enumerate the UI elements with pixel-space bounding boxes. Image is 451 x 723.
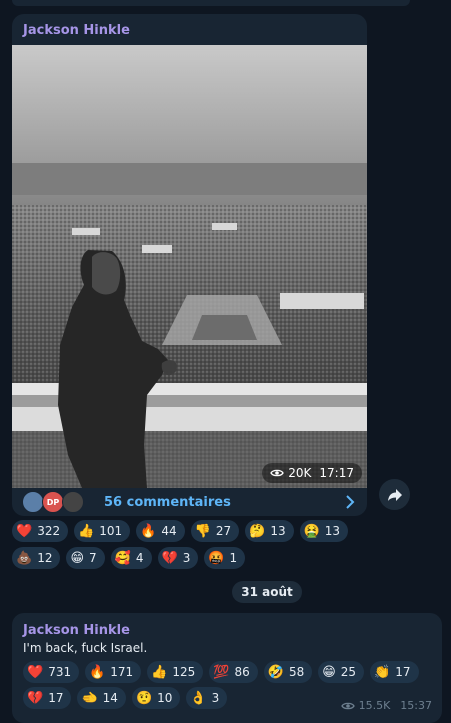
reaction-chip[interactable]: 🤔 13 xyxy=(245,520,294,542)
reaction-chip[interactable]: 🤣 58 xyxy=(263,661,313,683)
reaction-emoji: 🤮 xyxy=(303,523,320,539)
reaction-count: 125 xyxy=(172,665,196,679)
reaction-count: 731 xyxy=(48,665,72,679)
reaction-count: 25 xyxy=(340,665,357,679)
reaction-count: 13 xyxy=(324,524,341,538)
reaction-chip[interactable]: 💔 17 xyxy=(23,687,72,709)
reaction-emoji: 🔥 xyxy=(140,523,157,539)
reaction-chip[interactable]: 🤨 10 xyxy=(131,687,181,709)
post-photo[interactable]: 20K 17:17 xyxy=(12,45,367,488)
reaction-count: 1 xyxy=(229,551,238,565)
reaction-emoji: 👎 xyxy=(194,523,211,539)
reaction-chip[interactable]: 👌 3 xyxy=(186,687,228,709)
reaction-emoji: 🤨 xyxy=(135,690,153,706)
reaction-emoji: 🔥 xyxy=(89,664,106,680)
reaction-count: 17 xyxy=(48,691,64,705)
reaction-emoji: 💔 xyxy=(161,550,178,566)
reaction-emoji: 🤔 xyxy=(249,523,266,539)
view-count: 20K xyxy=(288,466,312,480)
reaction-count: 10 xyxy=(157,691,173,705)
previous-message-bubble xyxy=(12,0,410,6)
message-text: I'm back, fuck Israel. xyxy=(23,641,148,655)
reaction-count: 322 xyxy=(37,524,61,538)
comments-label[interactable]: 56 commentaires xyxy=(104,495,231,510)
reaction-chip[interactable]: ❤️ 322 xyxy=(12,520,69,542)
reaction-count: 7 xyxy=(89,551,97,565)
reaction-emoji: 💩 xyxy=(16,550,33,566)
reaction-emoji: 😁 xyxy=(70,550,85,566)
reaction-count: 44 xyxy=(161,524,177,538)
reaction-count: 3 xyxy=(182,551,191,565)
reaction-chip[interactable]: 👍 125 xyxy=(147,661,204,683)
reaction-chip[interactable]: 😁 25 xyxy=(318,661,365,683)
reaction-emoji: 💯 xyxy=(213,664,230,680)
reaction-emoji: 🫲 xyxy=(81,690,98,706)
reaction-emoji: 👏 xyxy=(374,664,391,680)
reaction-count: 58 xyxy=(288,665,305,679)
reactions-row: ❤️ 322 👍 101 🔥 44 👎 27 🤔 13 🤮 13 💩 12 😁 7 🥰 4 💔 3 … xyxy=(12,520,352,569)
reaction-count: 27 xyxy=(215,524,232,538)
reaction-emoji: 🤬 xyxy=(208,550,225,566)
reaction-emoji: 👌 xyxy=(190,690,207,706)
reaction-chip[interactable]: 💯 86 xyxy=(209,661,258,683)
reaction-emoji: 🤣 xyxy=(267,664,284,680)
share-arrow-icon xyxy=(387,488,402,501)
reactions-row: ❤️ 731 🔥 171 👍 125 💯 86 🤣 58 😁 25 👏 17 💔 17 🫲 14 … xyxy=(23,661,433,709)
reaction-count: 86 xyxy=(234,665,250,679)
reaction-chip[interactable]: 💩 12 xyxy=(12,547,61,569)
reaction-chip[interactable]: 🤬 1 xyxy=(204,547,246,569)
channel-post-photo[interactable]: Jackson Hinkle 20K 17:17 DP 56 commentai… xyxy=(12,14,367,516)
reaction-chip[interactable]: 👎 27 xyxy=(190,520,240,542)
reaction-emoji: 😁 xyxy=(322,664,336,680)
commenter-avatars: DP xyxy=(22,491,84,513)
reaction-chip[interactable]: 🫲 14 xyxy=(77,687,126,709)
avatar xyxy=(62,491,84,513)
reaction-count: 13 xyxy=(270,524,286,538)
reaction-chip[interactable]: 🔥 44 xyxy=(136,520,185,542)
photo-crowd-balcony xyxy=(12,45,367,488)
reaction-count: 4 xyxy=(135,551,144,565)
reaction-chip[interactable]: 👍 101 xyxy=(74,520,131,542)
reaction-count: 12 xyxy=(37,551,53,565)
sender-name[interactable]: Jackson Hinkle xyxy=(23,23,130,38)
post-time: 17:17 xyxy=(319,466,354,480)
reaction-emoji: 💔 xyxy=(27,690,44,706)
reaction-chip[interactable]: 💔 3 xyxy=(157,547,199,569)
avatar: DP xyxy=(42,491,64,513)
reaction-emoji: 👍 xyxy=(151,664,168,680)
reaction-chip[interactable]: 😁 7 xyxy=(66,547,105,569)
reaction-count: 171 xyxy=(110,665,134,679)
reaction-chip[interactable]: 👏 17 xyxy=(370,661,419,683)
reaction-count: 14 xyxy=(102,691,118,705)
avatar xyxy=(22,491,44,513)
reaction-count: 3 xyxy=(211,691,220,705)
reaction-emoji: ❤️ xyxy=(16,523,33,539)
reaction-count: 17 xyxy=(395,665,411,679)
date-separator[interactable]: 31 août xyxy=(232,581,302,603)
chevron-right-icon xyxy=(346,495,355,509)
comments-bar[interactable]: DP 56 commentaires xyxy=(12,488,367,516)
reaction-chip[interactable]: 🥰 4 xyxy=(110,547,152,569)
share-button[interactable] xyxy=(379,479,410,510)
reaction-chip[interactable]: ❤️ 731 xyxy=(23,661,80,683)
view-time-badge: 20K 17:17 xyxy=(262,463,362,483)
reaction-chip[interactable]: 🤮 13 xyxy=(299,520,349,542)
reaction-emoji: 👍 xyxy=(78,523,95,539)
eye-icon xyxy=(270,469,285,477)
reaction-count: 101 xyxy=(99,524,123,538)
reaction-emoji: ❤️ xyxy=(27,664,44,680)
reaction-chip[interactable]: 🔥 171 xyxy=(85,661,142,683)
reaction-emoji: 🥰 xyxy=(114,550,131,566)
sender-name[interactable]: Jackson Hinkle xyxy=(23,623,130,638)
